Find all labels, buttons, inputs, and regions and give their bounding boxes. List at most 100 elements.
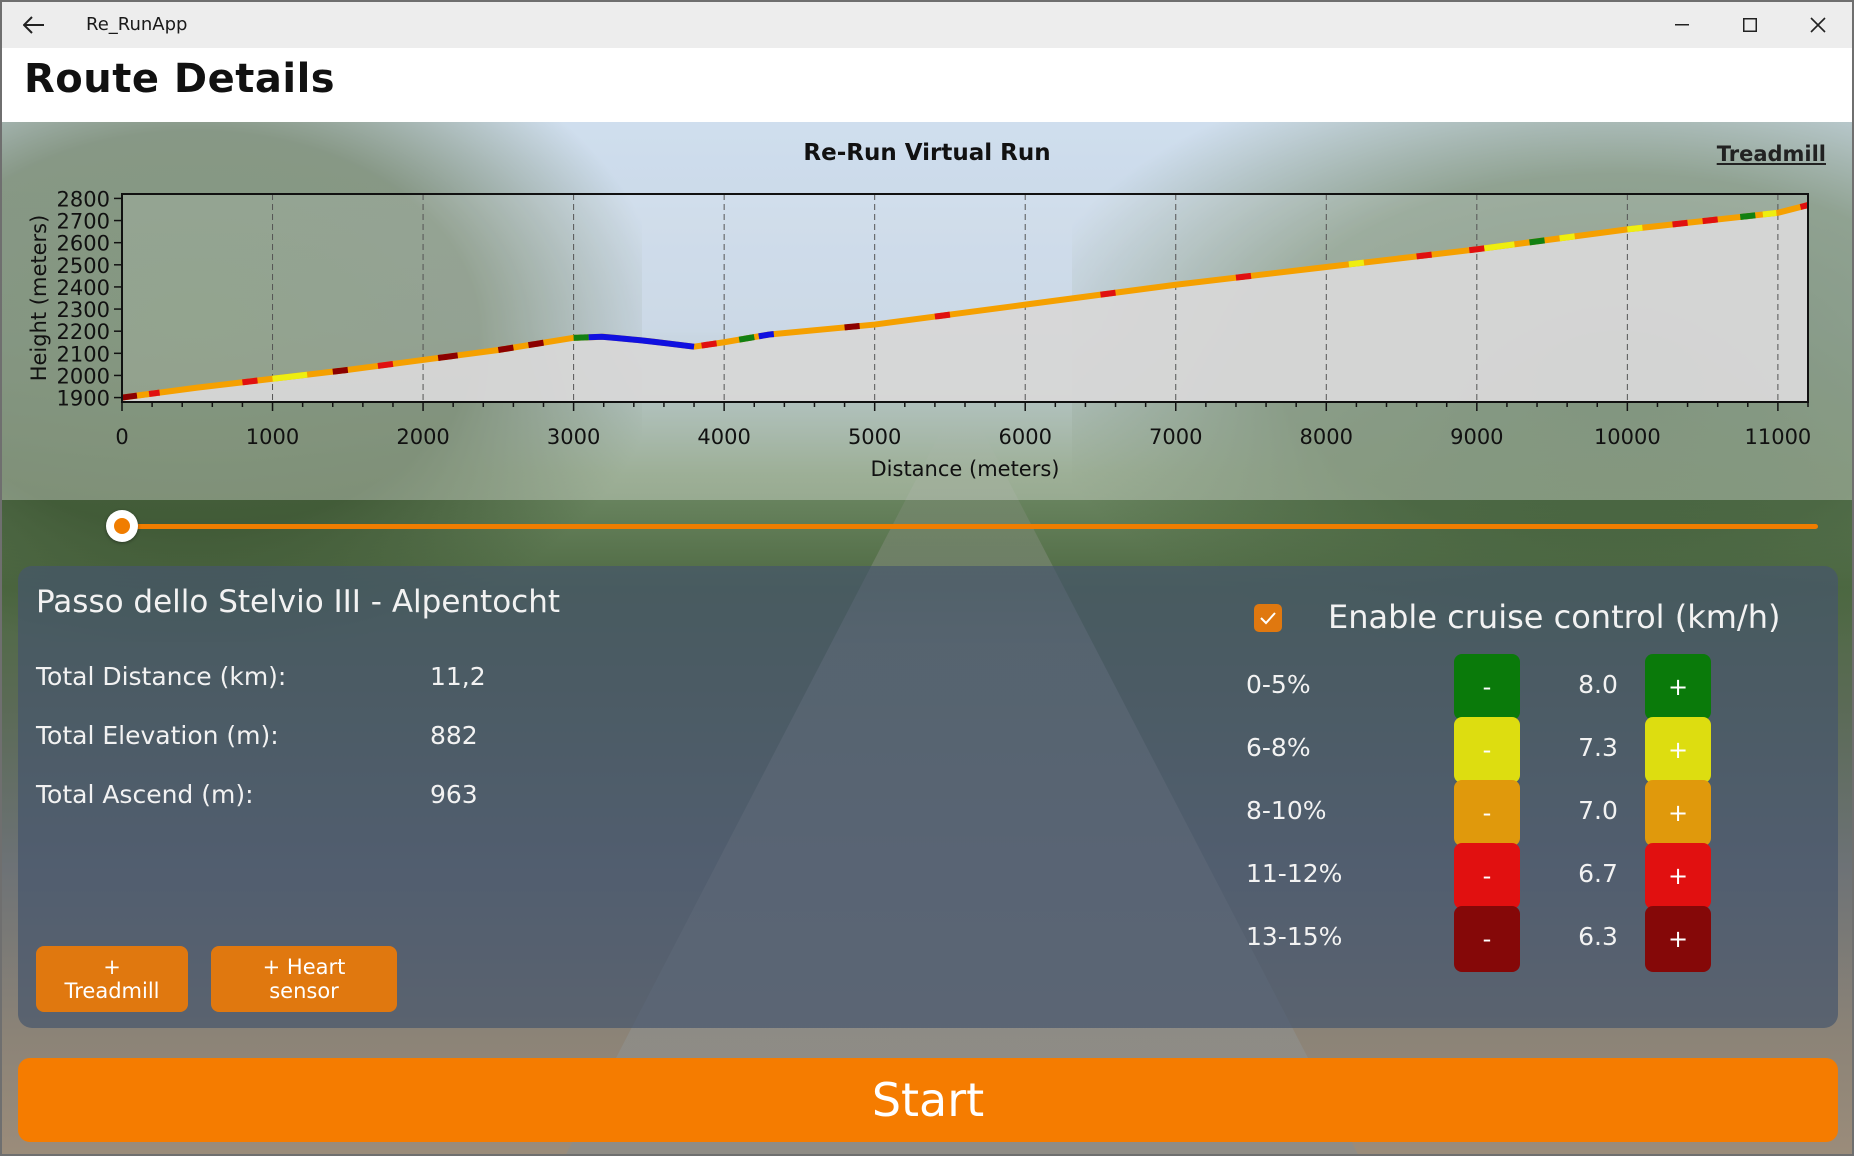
slope-segment (1483, 241, 1515, 252)
close-icon[interactable] (1784, 2, 1852, 48)
zone-increase-button[interactable]: + (1645, 717, 1711, 783)
app-title: Re_RunApp (86, 14, 188, 35)
zone-decrease-button[interactable]: - (1454, 717, 1520, 783)
y-tick-label: 2100 (57, 342, 110, 366)
x-tick-label: 8000 (1300, 425, 1353, 449)
slope-segment (573, 334, 589, 341)
zone-label: 13-15% (1246, 922, 1343, 951)
y-tick-label: 2000 (57, 364, 110, 388)
zone-speed-value: 7.3 (1578, 733, 1618, 762)
slope-segment (934, 311, 951, 320)
x-axis-label: Distance (meters) (871, 457, 1060, 481)
slope-segment (1627, 224, 1643, 233)
y-tick-label: 2700 (57, 210, 110, 234)
y-tick-label: 1900 (57, 387, 110, 411)
slider-track[interactable] (122, 524, 1818, 529)
total-elevation-value: 882 (430, 721, 478, 750)
total-elevation-label: Total Elevation (m): (36, 721, 279, 750)
title-bar: Re_RunApp (2, 2, 1852, 48)
zone-increase-button[interactable]: + (1645, 780, 1711, 846)
zone-label: 0-5% (1246, 670, 1311, 699)
y-tick-label: 2300 (57, 298, 110, 322)
route-info-panel: Passo dello Stelvio III - Alpentocht Tot… (18, 566, 1838, 1028)
elevation-chart-panel: Re-Run Virtual Run Treadmill 0 1000 2000 30… (2, 122, 1852, 500)
x-tick-label: 5000 (848, 425, 901, 449)
start-button[interactable]: Start (18, 1058, 1838, 1142)
x-tick-label: 10000 (1594, 425, 1661, 449)
zone-increase-button[interactable]: + (1645, 906, 1711, 972)
slider-thumb[interactable] (106, 510, 138, 542)
zone-speed-value: 6.3 (1578, 922, 1618, 951)
slope-segment (844, 322, 860, 331)
slope-segment (1672, 219, 1688, 228)
y-tick-label: 2500 (57, 254, 110, 278)
x-tick-label: 0 (115, 425, 128, 449)
zone-label: 6-8% (1246, 733, 1311, 762)
slope-segment (497, 344, 514, 353)
slope-segment (332, 366, 349, 375)
slope-segment (1416, 251, 1433, 260)
slope-segment (1799, 202, 1809, 210)
total-distance-label: Total Distance (km): (36, 662, 287, 691)
slope-segment (701, 340, 718, 349)
add-treadmill-button[interactable]: + Treadmill (36, 946, 188, 1012)
slope-segment (1235, 272, 1252, 281)
zone-increase-button[interactable]: + (1645, 654, 1711, 720)
zone-label: 11-12% (1246, 859, 1343, 888)
elevation-chart: 0 1000 2000 3000 4000 5000 6000 7000 8000 9000 100… (27, 187, 1811, 481)
x-tick-label: 11000 (1744, 425, 1811, 449)
route-position-slider[interactable] (106, 508, 1818, 544)
total-ascend-value: 963 (430, 780, 478, 809)
zone-speed-value: 7.0 (1578, 796, 1618, 825)
minimize-icon[interactable] (1648, 2, 1716, 48)
zone-label: 8-10% (1246, 796, 1327, 825)
zone-decrease-button[interactable]: - (1454, 780, 1520, 846)
x-tick-label: 4000 (697, 425, 750, 449)
x-tick-label: 3000 (547, 425, 600, 449)
slope-segment (1702, 216, 1719, 225)
slope-segment (1559, 233, 1576, 242)
route-name: Passo dello Stelvio III - Alpentocht (36, 584, 561, 620)
slope-segment (1739, 212, 1756, 220)
slope-segment (527, 339, 544, 349)
y-axis-label: Height (meters) (27, 215, 51, 382)
cruise-control-label: Enable cruise control (km/h) (1328, 598, 1781, 636)
x-tick-label: 9000 (1450, 425, 1503, 449)
y-tick-label: 2600 (57, 232, 110, 256)
zone-decrease-button[interactable]: - (1454, 654, 1520, 720)
slope-segment (1762, 209, 1777, 218)
slope-segment (242, 377, 258, 386)
total-ascend-label: Total Ascend (m): (36, 780, 254, 809)
x-tick-label: 2000 (396, 425, 449, 449)
y-tick-label: 2800 (57, 187, 110, 211)
add-heart-sensor-button[interactable]: + Heart sensor (211, 946, 397, 1012)
slope-segment (738, 334, 755, 343)
slope-segment (1468, 245, 1485, 254)
x-tick-label: 6000 (998, 425, 1051, 449)
slope-segment (377, 360, 394, 369)
y-tick-label: 2200 (57, 320, 110, 344)
zone-decrease-button[interactable]: - (1454, 843, 1520, 909)
slope-segment (1100, 289, 1116, 298)
slope-segment (148, 389, 161, 397)
zone-speed-value: 6.7 (1578, 859, 1618, 888)
slope-segment (136, 391, 150, 399)
maximize-icon[interactable] (1716, 2, 1784, 48)
cruise-control-checkbox[interactable] (1254, 604, 1282, 632)
slope-segment (1529, 237, 1545, 246)
slope-segment (121, 392, 138, 401)
x-tick-label: 1000 (246, 425, 299, 449)
back-arrow-icon[interactable] (18, 9, 50, 41)
slope-segment (437, 352, 459, 361)
page-title: Route Details (24, 56, 336, 102)
zone-speed-value: 8.0 (1578, 670, 1618, 699)
total-distance-value: 11,2 (430, 662, 486, 691)
page-header: Route Details (2, 48, 1852, 122)
zone-increase-button[interactable]: + (1645, 843, 1711, 909)
slope-segment (272, 371, 308, 382)
zone-decrease-button[interactable]: - (1454, 906, 1520, 972)
app-window: Re_RunApp Route Details Re-Run Virtual R… (0, 0, 1854, 1156)
checkmark-icon (1260, 612, 1276, 625)
x-tick-label: 7000 (1149, 425, 1202, 449)
slope-segment (758, 331, 775, 340)
